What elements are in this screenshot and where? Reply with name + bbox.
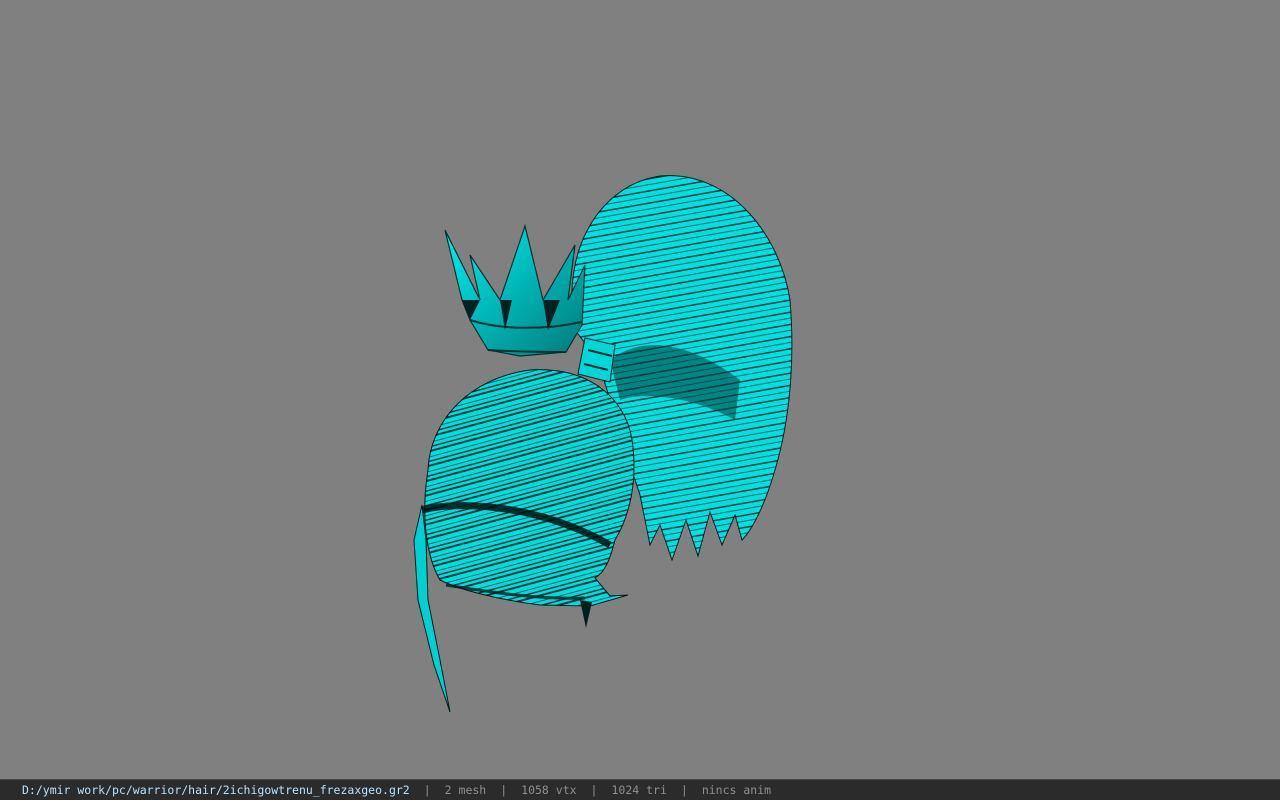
vertex-count-label: 1058 vtx	[521, 783, 577, 797]
file-path-label: D:/ymir work/pc/warrior/hair/2ichigowtre…	[22, 783, 410, 797]
separator: |	[590, 783, 598, 797]
mesh-count-label: 2 mesh	[444, 783, 487, 797]
triangle-count-label: 1024 tri	[611, 783, 667, 797]
separator: |	[680, 783, 688, 797]
hair-model-render	[413, 175, 793, 713]
3d-viewport[interactable]	[0, 0, 1280, 779]
status-bar: D:/ymir work/pc/warrior/hair/2ichigowtre…	[0, 779, 1280, 800]
hair-tie-mesh	[577, 337, 616, 383]
separator: |	[500, 783, 508, 797]
animation-status-label: nincs anim	[701, 783, 772, 797]
hair-cap-mesh	[413, 369, 635, 713]
crown-mesh	[444, 223, 586, 357]
separator: |	[423, 783, 431, 797]
